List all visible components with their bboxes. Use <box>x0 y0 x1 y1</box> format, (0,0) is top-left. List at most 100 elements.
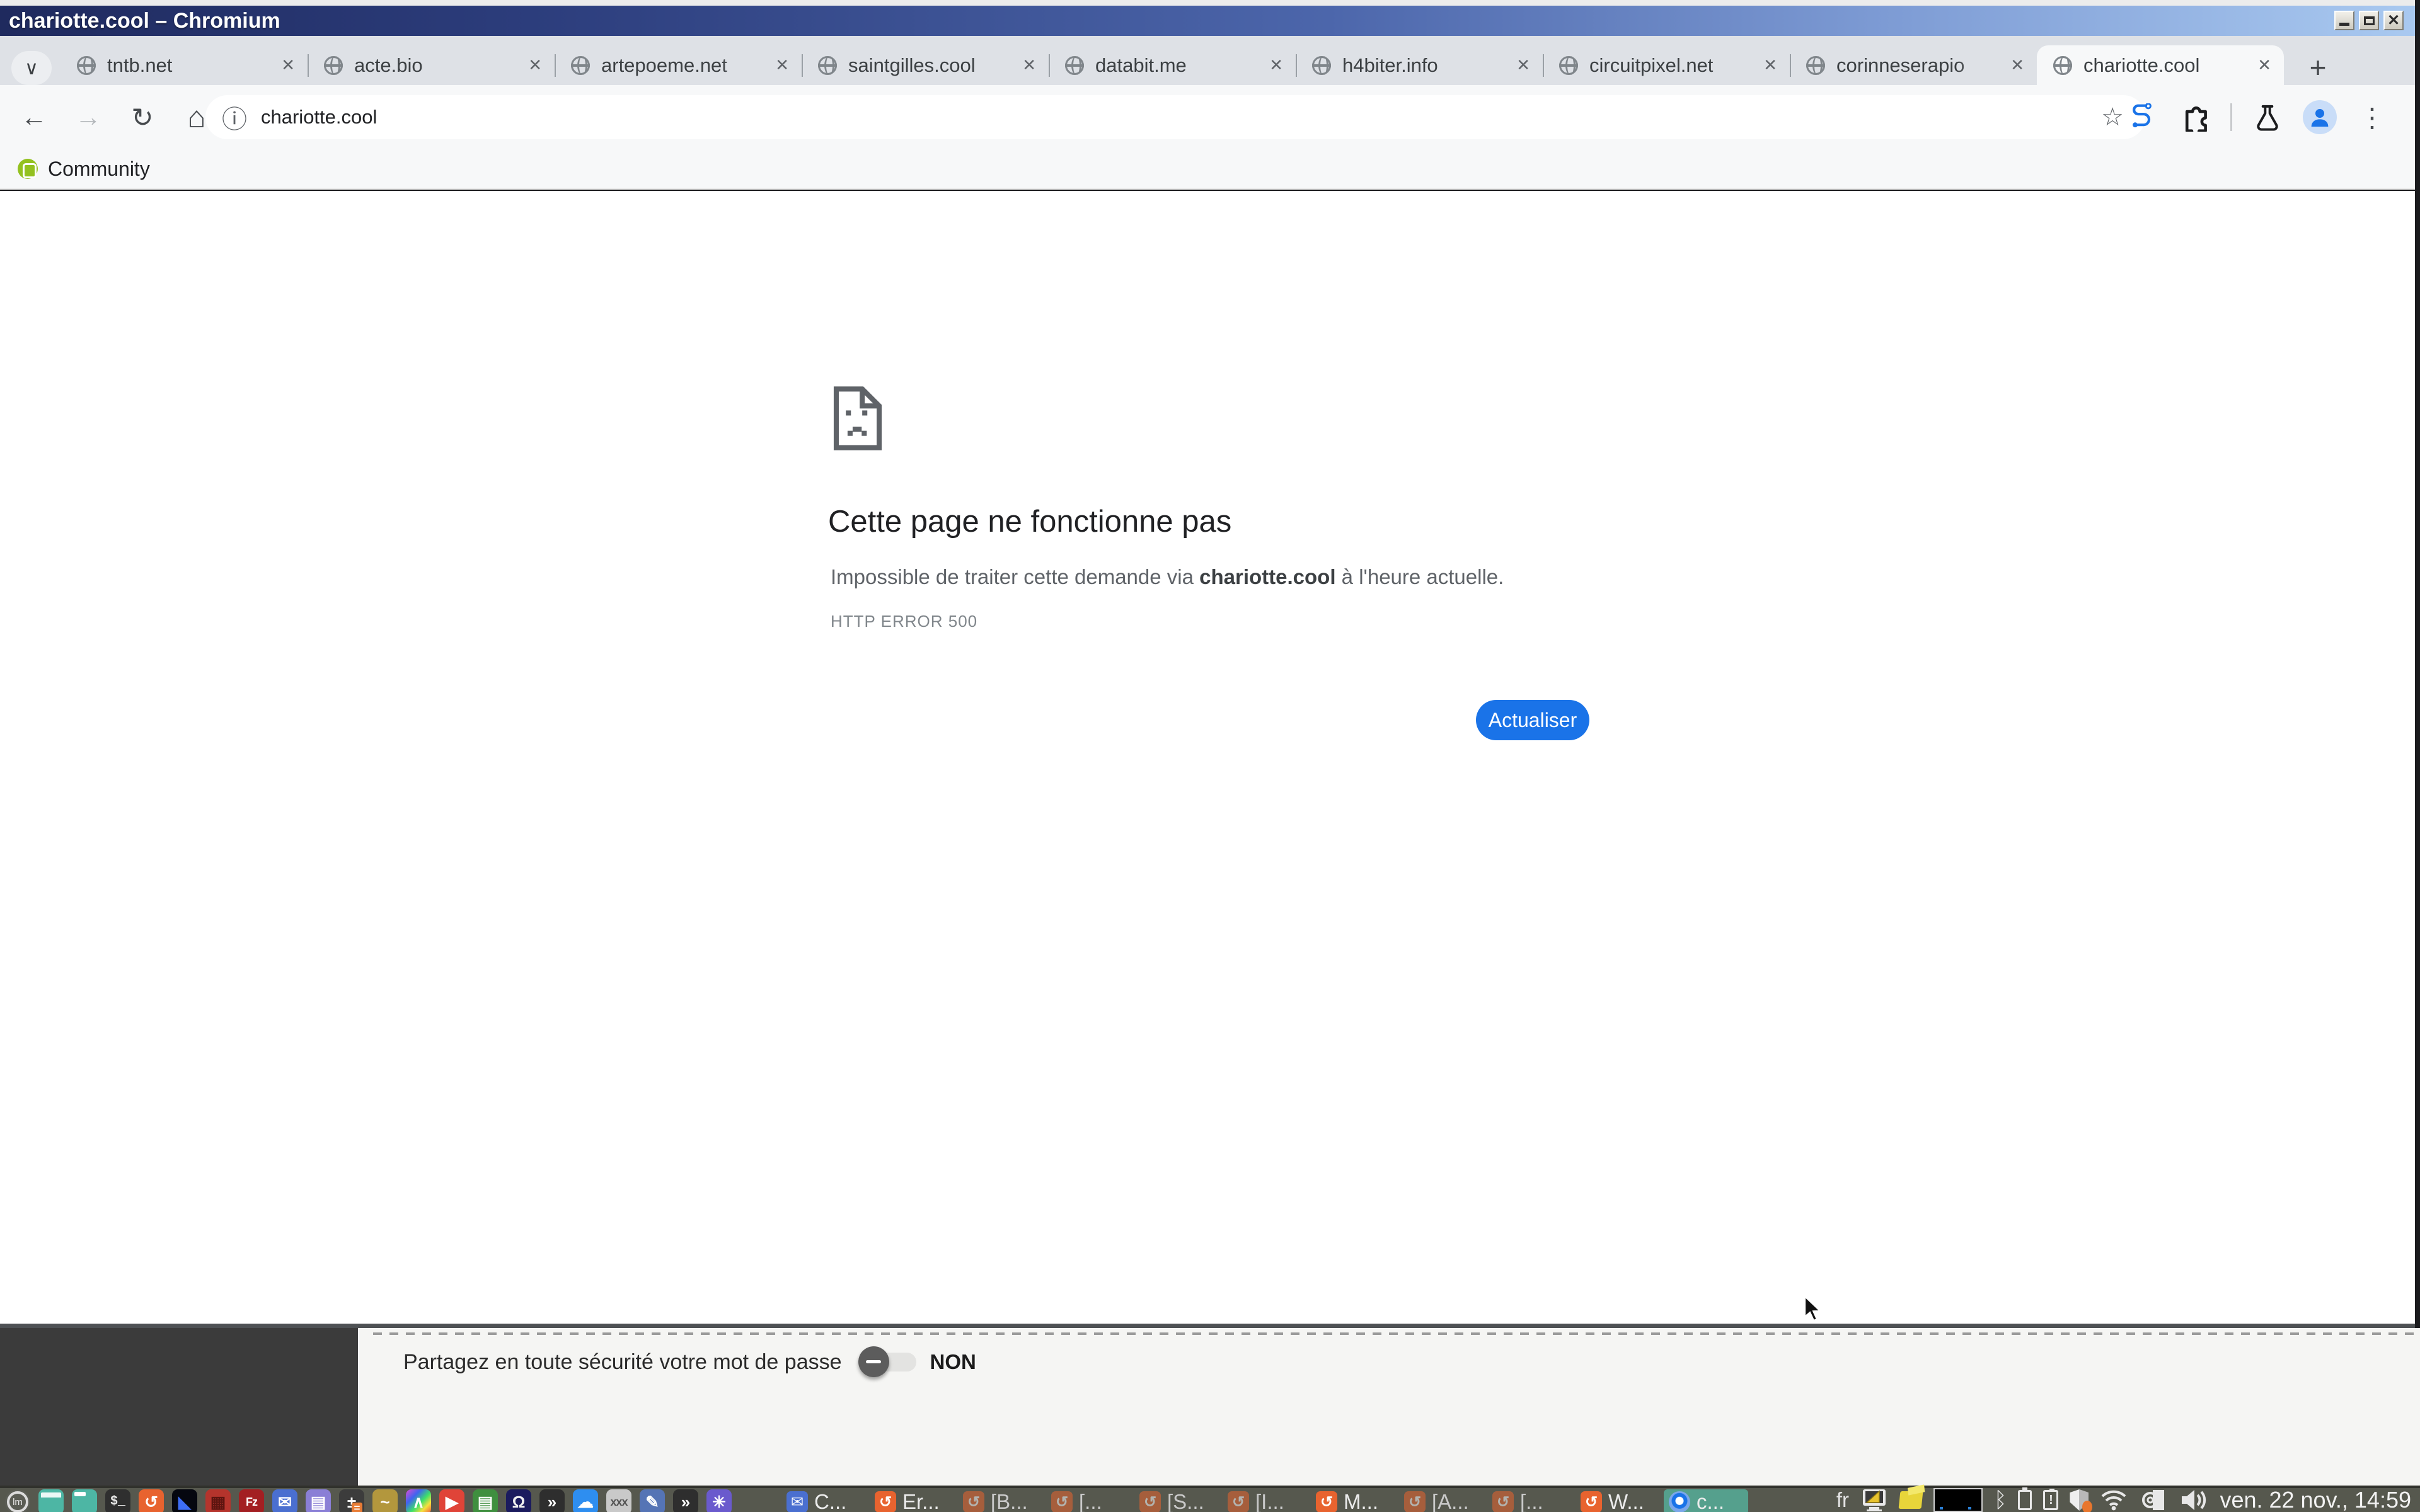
launcher-icon[interactable] <box>38 1489 64 1512</box>
launcher-icon[interactable]: Ω <box>506 1489 531 1512</box>
bookmark-star-icon[interactable]: ☆ <box>2101 103 2124 132</box>
volume-icon[interactable] <box>2179 1488 2208 1512</box>
forward-button[interactable]: → <box>71 100 106 135</box>
taskbar-window-button[interactable]: [... <box>1487 1489 1572 1512</box>
launcher-icon[interactable]: ~ <box>372 1489 398 1512</box>
minimize-button[interactable] <box>2334 11 2354 30</box>
keyboard-layout-indicator[interactable]: fr <box>1836 1488 1849 1512</box>
taskbar-window-button[interactable]: [B... <box>958 1489 1042 1512</box>
labs-flask-icon[interactable] <box>2250 100 2285 135</box>
launcher-icon[interactable]: ↺ <box>139 1489 164 1512</box>
window-app-icon <box>1581 1491 1602 1512</box>
toggle-knob-icon <box>858 1346 889 1377</box>
password-dialog: Partagez en toute sécurité votre mot de … <box>358 1328 2420 1486</box>
shield-alert-dot <box>2082 1501 2092 1512</box>
window-app-icon <box>875 1491 896 1512</box>
launcher-icon[interactable]: lm <box>5 1489 30 1512</box>
chevron-down-icon: ∨ <box>25 57 38 79</box>
tab-close-icon[interactable]: ✕ <box>281 55 295 75</box>
browser-tab[interactable]: h4biter.info ✕ <box>1296 45 1543 85</box>
launcher-icon[interactable]: ∧ <box>406 1489 431 1512</box>
launcher-icon[interactable]: ✉ <box>272 1489 297 1512</box>
extension-squiggle-icon[interactable] <box>2124 100 2160 135</box>
password-toggle[interactable] <box>858 1352 919 1372</box>
url-text[interactable]: chariotte.cool <box>261 106 2101 129</box>
launcher-icon[interactable]: ▤ <box>306 1489 331 1512</box>
back-button[interactable]: ← <box>16 100 52 135</box>
reload-button[interactable]: ↻ <box>125 100 160 135</box>
launcher-icon[interactable]: Fz <box>239 1489 264 1512</box>
tab-close-icon[interactable]: ✕ <box>1763 55 1777 75</box>
screen-ruler-icon[interactable] <box>1860 1489 1888 1511</box>
battery-icon[interactable] <box>2018 1490 2032 1510</box>
tab-close-icon[interactable]: ✕ <box>775 55 789 75</box>
launcher-icon[interactable] <box>72 1489 97 1512</box>
minimize-icon <box>2339 23 2349 26</box>
launcher-icon[interactable]: ✎ <box>640 1489 665 1512</box>
browser-tab[interactable]: saintgilles.cool ✕ <box>802 45 1049 85</box>
launcher-icon[interactable]: ◣ <box>172 1489 197 1512</box>
browser-tab[interactable]: circuitpixel.net ✕ <box>1543 45 1790 85</box>
tab-title: databit.me <box>1095 54 1263 77</box>
taskbar-window-button[interactable]: [... <box>1046 1489 1131 1512</box>
extensions-puzzle-icon[interactable] <box>2177 100 2213 135</box>
tab-title: artepoeme.net <box>601 54 769 77</box>
new-tab-button[interactable]: + <box>2299 50 2337 85</box>
taskbar-window-button[interactable]: M... <box>1311 1489 1395 1512</box>
window-bottom-edge <box>0 1324 2415 1328</box>
taskbar-launchers: lm $_ ↺ ◣ <box>5 1489 732 1512</box>
taskbar-window-button[interactable]: Er... <box>870 1489 954 1512</box>
launcher-icon[interactable]: ☁ <box>573 1489 598 1512</box>
taskbar-window-button[interactable]: W... <box>1576 1489 1660 1512</box>
window-app-icon <box>963 1491 984 1512</box>
taskbar-window-button[interactable]: C... <box>781 1489 866 1512</box>
browser-tab[interactable]: acte.bio ✕ <box>308 45 555 85</box>
maximize-button[interactable] <box>2359 11 2379 30</box>
system-monitor-graph[interactable] <box>1933 1488 1983 1512</box>
bluetooth-icon[interactable]: ᛒ <box>1994 1488 2007 1512</box>
launcher-icon[interactable]: » <box>673 1489 698 1512</box>
taskbar-window-button[interactable]: c... <box>1664 1489 1748 1512</box>
launcher-icon[interactable]: » <box>539 1489 565 1512</box>
clipboard-alert-icon[interactable]: ! <box>2043 1490 2058 1510</box>
launcher-icon[interactable]: ▶ <box>439 1489 464 1512</box>
launcher-icon[interactable]: ▦ <box>205 1489 231 1512</box>
tab-close-icon[interactable]: ✕ <box>2257 55 2271 75</box>
browser-tab[interactable]: corinneserapio ✕ <box>1790 45 2037 85</box>
launcher-icon[interactable]: ± <box>339 1489 364 1512</box>
browser-tab[interactable]: chariotte.cool ✕ <box>2037 45 2284 85</box>
launcher-icon[interactable]: $_ <box>105 1489 130 1512</box>
nvidia-icon[interactable] <box>2139 1489 2168 1511</box>
shield-icon[interactable] <box>2070 1489 2089 1511</box>
mouse-cursor <box>1804 1295 1825 1326</box>
tab-close-icon[interactable]: ✕ <box>2010 55 2024 75</box>
launcher-icon[interactable]: ✳ <box>706 1489 732 1512</box>
community-favicon-icon <box>18 159 38 179</box>
profile-avatar[interactable] <box>2303 100 2337 134</box>
site-info-icon[interactable]: ⓘ <box>222 99 247 135</box>
error-domain: chariotte.cool <box>1199 565 1335 588</box>
close-button[interactable]: ✕ <box>2383 11 2404 30</box>
wifi-icon[interactable] <box>2100 1489 2128 1511</box>
browser-tab[interactable]: tntb.net ✕ <box>60 45 308 85</box>
tab-close-icon[interactable]: ✕ <box>528 55 542 75</box>
launcher-icon[interactable]: ▤ <box>473 1489 498 1512</box>
browser-tab[interactable]: databit.me ✕ <box>1049 45 1296 85</box>
taskbar-window-button[interactable]: [A... <box>1399 1489 1484 1512</box>
bookmark-community[interactable]: Community <box>18 158 150 181</box>
menu-kebab-icon[interactable]: ⋮ <box>2354 100 2390 135</box>
taskbar-window-button[interactable]: [I... <box>1223 1489 1307 1512</box>
tab-close-icon[interactable]: ✕ <box>1516 55 1530 75</box>
taskbar-window-button[interactable]: [S... <box>1134 1489 1219 1512</box>
url-bar[interactable]: ⓘ chariotte.cool ☆ <box>205 95 2145 139</box>
launcher-icon[interactable]: xxx <box>606 1489 631 1512</box>
reload-page-button[interactable]: Actualiser <box>1476 700 1589 740</box>
titlebar[interactable]: chariotte.cool – Chromium ✕ <box>0 6 2415 36</box>
tab-search-button[interactable]: ∨ <box>11 51 52 85</box>
globe-favicon-icon <box>2053 56 2072 75</box>
tab-close-icon[interactable]: ✕ <box>1269 55 1283 75</box>
tab-close-icon[interactable]: ✕ <box>1022 55 1036 75</box>
clock[interactable]: ven. 22 nov., 14:59 <box>2220 1487 2411 1512</box>
browser-tab[interactable]: artepoeme.net ✕ <box>555 45 802 85</box>
sticky-notes-icon[interactable] <box>1899 1491 1922 1509</box>
